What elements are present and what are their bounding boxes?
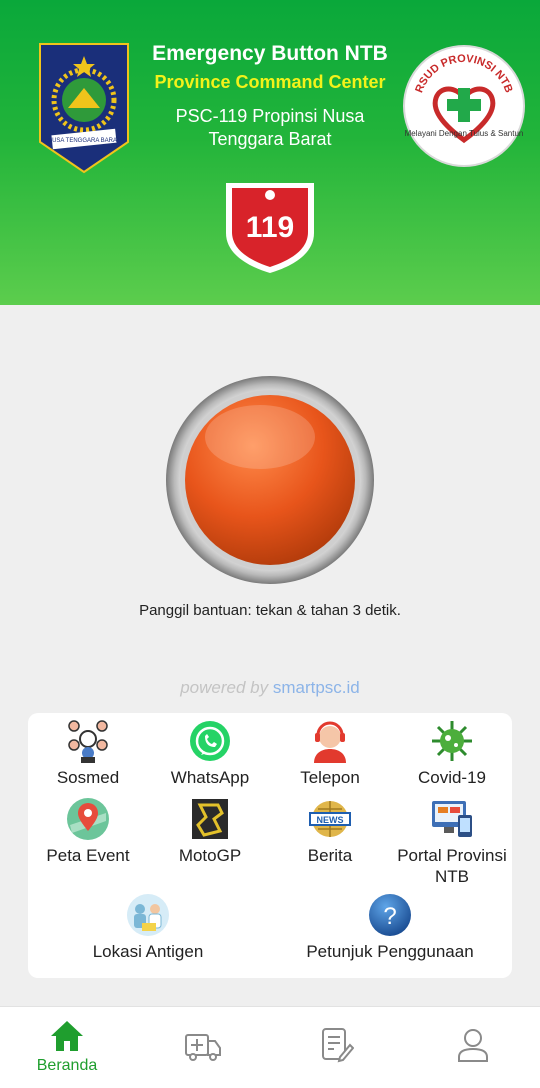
covid-icon bbox=[432, 721, 472, 761]
powered-prefix: powered by bbox=[180, 678, 269, 697]
nav-beranda-label: Beranda bbox=[36, 1057, 98, 1074]
document-icon bbox=[322, 1028, 354, 1063]
powered-by: powered by smartpsc.id bbox=[0, 678, 540, 698]
nav-profile[interactable] bbox=[418, 1019, 528, 1063]
telepon-icon bbox=[314, 721, 346, 763]
psc-119-logo: 119 bbox=[226, 183, 314, 273]
covid-label: Covid-19 bbox=[417, 768, 487, 787]
whatsapp-label: WhatsApp bbox=[170, 768, 250, 787]
menu-item-whatsapp[interactable]: WhatsApp bbox=[158, 719, 262, 788]
motogp-icon bbox=[192, 799, 228, 839]
bottom-navigation: Beranda bbox=[0, 1006, 540, 1088]
portal-label: Portal Provinsi NTB bbox=[397, 846, 507, 886]
berita-label: Berita bbox=[307, 846, 353, 865]
psc-119-number: 119 bbox=[246, 211, 294, 244]
sosmed-icon bbox=[68, 720, 108, 763]
menu-item-lokasi-antigen[interactable]: Lokasi Antigen bbox=[78, 893, 218, 962]
news-badge-text: NEWS bbox=[317, 815, 344, 825]
ntb-emblem-text: NUSA TENGGARA BARAT bbox=[48, 138, 121, 144]
emergency-button[interactable] bbox=[165, 375, 375, 585]
peta-event-label: Peta Event bbox=[46, 846, 130, 865]
emergency-hint: Panggil bantuan: tekan & tahan 3 detik. bbox=[139, 602, 401, 619]
rsud-motto-text: Melayani Dengan Tulus & Santun bbox=[405, 129, 524, 138]
menu-item-berita[interactable]: NEWS Berita bbox=[282, 797, 378, 866]
rsud-logo: RSUD PROVINSI NTB Melayani Dengan Tulus … bbox=[403, 45, 525, 167]
map-pin-icon bbox=[67, 798, 109, 840]
nav-laporan[interactable] bbox=[282, 1019, 392, 1063]
home-icon bbox=[51, 1021, 83, 1051]
nav-ambulance[interactable] bbox=[148, 1019, 258, 1063]
news-icon: NEWS bbox=[309, 801, 351, 837]
motogp-label: MotoGP bbox=[178, 846, 242, 865]
portal-icon bbox=[432, 801, 472, 837]
petunjuk-label: Petunjuk Penggunaan bbox=[306, 942, 474, 961]
powered-site-link[interactable]: smartpsc.id bbox=[273, 678, 360, 697]
menu-item-portal[interactable]: Portal Provinsi NTB bbox=[390, 797, 514, 887]
app-description: PSC-119 Propinsi Nusa Tenggara Barat bbox=[175, 106, 365, 149]
app-subtitle: Province Command Center bbox=[154, 72, 386, 92]
app-header: NUSA TENGGARA BARAT Emergency Button NTB… bbox=[0, 0, 540, 305]
menu-item-motogp[interactable]: MotoGP bbox=[158, 797, 262, 866]
sosmed-label: Sosmed bbox=[56, 768, 120, 787]
antigen-icon bbox=[127, 894, 169, 936]
menu-item-peta-event[interactable]: Peta Event bbox=[40, 797, 136, 866]
nav-beranda[interactable]: Beranda bbox=[12, 1019, 122, 1075]
menu-item-telepon[interactable]: Telepon bbox=[282, 719, 378, 788]
menu-card: Sosmed WhatsApp Telepon Covid-19 Peta Ev… bbox=[28, 713, 512, 978]
menu-item-sosmed[interactable]: Sosmed bbox=[40, 719, 136, 788]
lokasi-antigen-label: Lokasi Antigen bbox=[92, 942, 204, 961]
telepon-label: Telepon bbox=[300, 768, 360, 787]
help-icon-glyph: ? bbox=[383, 903, 396, 930]
ambulance-icon bbox=[185, 1034, 221, 1061]
app-title: Emergency Button NTB bbox=[152, 42, 388, 65]
menu-item-covid[interactable]: Covid-19 bbox=[400, 719, 504, 788]
whatsapp-icon bbox=[190, 721, 230, 761]
menu-item-petunjuk[interactable]: ? Petunjuk Penggunaan bbox=[290, 893, 490, 962]
help-icon: ? bbox=[369, 894, 411, 936]
ntb-emblem-logo: NUSA TENGGARA BARAT bbox=[39, 43, 129, 174]
profile-icon bbox=[458, 1029, 488, 1062]
